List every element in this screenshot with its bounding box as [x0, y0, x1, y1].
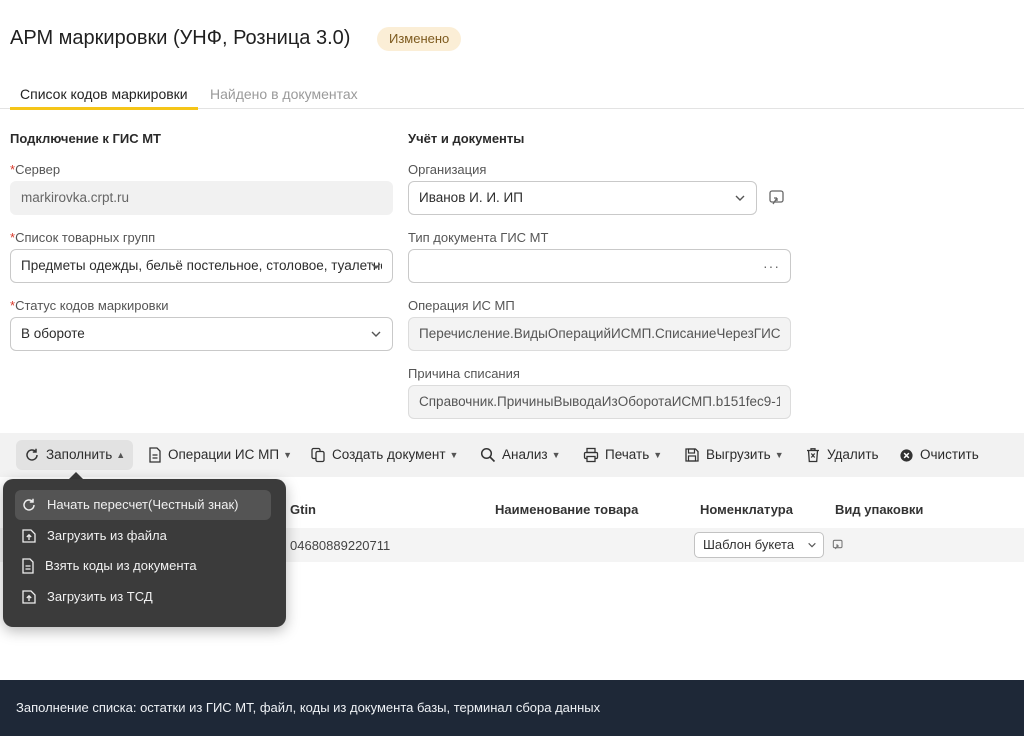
menu-item-load-from-tsd[interactable]: Загрузить из ТСД — [15, 582, 271, 612]
delete-button[interactable]: Удалить — [797, 440, 887, 470]
analysis-button[interactable]: Анализ ▼ — [472, 440, 569, 470]
chevron-down-icon: ▼ — [283, 450, 292, 460]
tab-marking-codes[interactable]: Список кодов маркировки — [10, 86, 198, 110]
fill-button[interactable]: Заполнить ▲ — [16, 440, 134, 470]
product-groups-label: *Список товарных групп — [10, 230, 156, 245]
menu-item-start-recount[interactable]: Начать пересчет(Честный знак) — [15, 490, 271, 520]
trash-icon — [807, 448, 819, 463]
code-status-label: *Статус кодов маркировки — [10, 298, 169, 313]
chevron-down-icon: ▼ — [774, 450, 784, 460]
section-title-accounting: Учёт и документы — [408, 131, 525, 146]
operation-label: Операция ИС МП — [408, 298, 515, 313]
menu-item-load-from-file[interactable]: Загрузить из файла — [15, 521, 271, 551]
chevron-down-icon — [371, 331, 381, 337]
server-field[interactable]: markirovka.crpt.ru — [10, 181, 393, 215]
footer-hint: Заполнение списка: остатки из ГИС МТ, фа… — [16, 700, 601, 715]
export-button[interactable]: Выгрузить ▼ — [676, 440, 792, 470]
operation-field[interactable]: Перечисление.ВидыОперацийИСМП.СписаниеЧе… — [408, 317, 791, 351]
nomenclature-select[interactable]: Шаблон букета — [694, 532, 824, 558]
upload-file-icon — [22, 529, 36, 543]
open-form-icon[interactable] — [832, 539, 844, 551]
server-label: *Сервер — [10, 162, 61, 177]
chevron-down-icon — [808, 542, 816, 548]
document-icon — [22, 558, 34, 574]
code-status-select[interactable]: В обороте — [10, 317, 393, 351]
cell-gtin: 04680889220711 — [290, 538, 391, 553]
create-document-button[interactable]: Создать документ ▼ — [302, 440, 466, 470]
organization-label: Организация — [408, 162, 487, 177]
chevron-down-icon — [735, 195, 745, 201]
doc-type-label: Тип документа ГИС МТ — [408, 230, 549, 245]
doc-type-field[interactable]: ··· — [408, 249, 791, 283]
chevron-up-icon: ▲ — [116, 450, 126, 460]
upload-file-icon — [22, 590, 36, 604]
save-icon — [685, 448, 699, 462]
refresh-icon — [26, 448, 38, 461]
menu-item-take-codes-from-document[interactable]: Взять коды из документа — [15, 551, 271, 581]
refresh-icon — [23, 498, 35, 511]
status-badge: Изменено — [377, 27, 462, 51]
chevron-down-icon: ▼ — [653, 450, 663, 460]
search-icon — [480, 447, 496, 463]
column-header-nomenclature[interactable]: Номенклатура — [700, 502, 793, 517]
more-icon[interactable]: ··· — [763, 250, 780, 282]
print-button[interactable]: Печать ▼ — [575, 440, 670, 470]
printer-icon — [583, 447, 599, 463]
column-header-product-name[interactable]: Наименование товара — [495, 502, 638, 517]
page-title: АРМ маркировки (УНФ, Розница 3.0) — [10, 27, 351, 49]
open-form-icon[interactable] — [768, 189, 786, 207]
chevron-down-icon — [371, 263, 381, 269]
copy-document-icon — [311, 447, 325, 463]
chevron-down-icon: ▼ — [551, 450, 561, 460]
document-icon — [149, 447, 161, 463]
organization-select[interactable]: Иванов И. И. ИП — [408, 181, 757, 215]
column-header-pack-type[interactable]: Вид упаковки — [835, 502, 923, 517]
product-groups-select[interactable]: Предметы одежды, бельё постельное, столо… — [10, 249, 393, 283]
column-header-gtin[interactable]: Gtin — [290, 502, 316, 517]
tab-found-in-documents[interactable]: Найдено в документах — [210, 86, 358, 102]
section-title-gis-connection: Подключение к ГИС МТ — [10, 131, 161, 146]
chevron-down-icon: ▼ — [449, 450, 459, 460]
clear-circle-icon — [900, 448, 913, 462]
reason-label: Причина списания — [408, 366, 520, 381]
reason-field[interactable]: Справочник.ПричиныВыводаИзОборотаИСМП.b1… — [408, 385, 791, 419]
operations-button[interactable]: Операции ИС МП ▼ — [140, 440, 300, 470]
clear-button[interactable]: Очистить — [891, 440, 987, 470]
